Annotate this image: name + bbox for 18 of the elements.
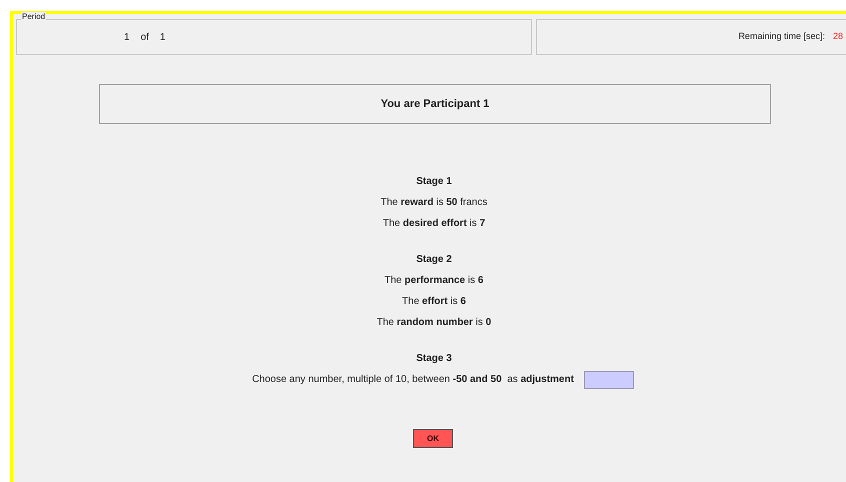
stage-line: The effort is 6: [402, 295, 466, 309]
ok-button[interactable]: OK: [413, 429, 453, 448]
stage-line: The reward is 50 francs: [380, 196, 488, 210]
period-legend: Period: [21, 12, 46, 22]
timer-label: Remaining time [sec]:: [738, 30, 825, 44]
period-of: of: [140, 30, 149, 44]
period-total: 1: [160, 30, 166, 44]
adjustment-prompt: Choose any number, multiple of 10, between -50 and 50 as adjustment: [252, 373, 574, 387]
stage-title: Stage 1: [416, 175, 452, 189]
stage-line: The desired effort is 7: [382, 217, 486, 231]
stage-title: Stage 2: [416, 253, 452, 267]
participant-heading: You are Participant 1: [380, 96, 490, 112]
period-current: 1: [124, 30, 130, 44]
stage-line: The performance is 6: [384, 274, 484, 288]
adjustment-field[interactable]: [584, 370, 634, 388]
stage-line: The random number is 0: [376, 316, 492, 330]
stage-title: Stage 3: [416, 352, 452, 366]
timer-value: 28: [832, 30, 843, 44]
